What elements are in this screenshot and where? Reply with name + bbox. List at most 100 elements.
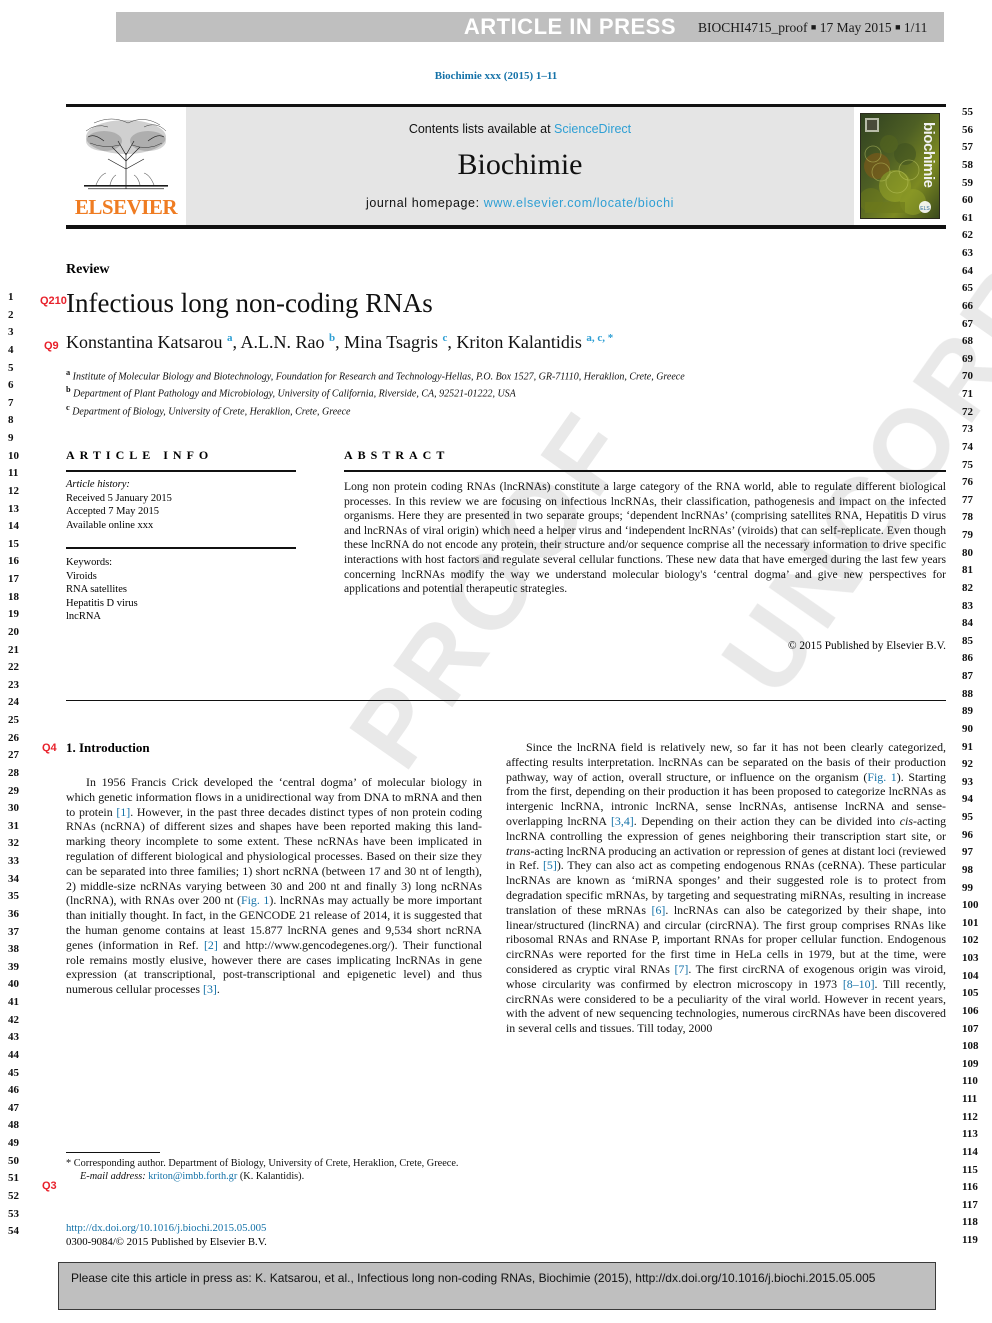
line-number: 74 bbox=[962, 440, 973, 453]
line-number: 85 bbox=[962, 634, 973, 647]
cover-journal-name: biochimie bbox=[920, 122, 937, 188]
line-number: 77 bbox=[962, 493, 973, 506]
line-number: 9 bbox=[8, 432, 14, 444]
homepage-prefix: journal homepage: bbox=[365, 196, 484, 210]
line-number: 115 bbox=[962, 1163, 978, 1176]
line-number: 34 bbox=[8, 872, 19, 885]
query-marker-q3[interactable]: Q3 bbox=[42, 1180, 57, 1192]
elsevier-wordmark: ELSEVIER bbox=[74, 195, 178, 219]
line-number: 106 bbox=[962, 1004, 979, 1017]
query-marker-q210[interactable]: Q210 bbox=[40, 295, 67, 307]
square-bullet-icon: ■ bbox=[895, 22, 901, 32]
line-number: 63 bbox=[962, 247, 973, 259]
info-rule bbox=[66, 470, 296, 472]
line-number: 13 bbox=[8, 502, 19, 515]
line-number: 38 bbox=[8, 943, 19, 956]
line-number: 73 bbox=[962, 423, 973, 436]
line-number: 99 bbox=[962, 881, 973, 894]
line-number: 56 bbox=[962, 123, 973, 136]
line-number: 112 bbox=[962, 1110, 978, 1123]
keywords-block: Keywords: Viroids RNA satellites Hepatit… bbox=[66, 556, 296, 624]
line-number: 48 bbox=[8, 1119, 19, 1132]
line-number: 78 bbox=[962, 511, 973, 524]
keywords-rule bbox=[66, 547, 296, 549]
line-number: 44 bbox=[8, 1048, 19, 1061]
abstract-heading: ABSTRACT bbox=[344, 448, 450, 462]
body-column-left: In 1956 Francis Crick developed the ‘cen… bbox=[66, 775, 482, 997]
line-number: 42 bbox=[8, 1013, 19, 1026]
line-number: 114 bbox=[962, 1145, 978, 1158]
affiliation-mark: c bbox=[66, 402, 70, 412]
line-number: 83 bbox=[962, 599, 973, 612]
line-number: 3 bbox=[8, 326, 14, 339]
line-number: 6 bbox=[8, 379, 14, 392]
abstract-text: Long non protein coding RNAs (lncRNAs) c… bbox=[344, 480, 946, 596]
line-number: 70 bbox=[962, 370, 973, 383]
line-number: 104 bbox=[962, 969, 979, 982]
line-number: 68 bbox=[962, 335, 973, 348]
line-number: 58 bbox=[962, 158, 973, 171]
line-number: 118 bbox=[962, 1216, 978, 1229]
line-number: 2 bbox=[8, 308, 14, 321]
sciencedirect-link[interactable]: ScienceDirect bbox=[554, 122, 631, 136]
paragraph: Since the lncRNA field is relatively new… bbox=[506, 740, 947, 1036]
proof-id: BIOCHI4715_proof bbox=[698, 20, 808, 35]
line-number: 111 bbox=[962, 1093, 978, 1105]
line-number: 16 bbox=[8, 555, 19, 568]
line-number: 108 bbox=[962, 1040, 979, 1053]
contents-line: Contents lists available at ScienceDirec… bbox=[409, 122, 631, 136]
query-marker-q9[interactable]: Q9 bbox=[44, 340, 59, 352]
query-marker-q4[interactable]: Q4 bbox=[42, 742, 57, 754]
abstract-bottom-rule bbox=[66, 700, 946, 701]
journal-homepage-url[interactable]: www.elsevier.com/locate/biochi bbox=[484, 196, 674, 210]
line-number: 49 bbox=[8, 1137, 19, 1149]
article-type: Review bbox=[66, 262, 110, 277]
line-number: 20 bbox=[8, 625, 19, 638]
keyword-item: lncRNA bbox=[66, 611, 101, 622]
line-number: 50 bbox=[8, 1154, 19, 1167]
article-info-heading: ARTICLE INFO bbox=[66, 448, 214, 462]
line-number: 116 bbox=[962, 1181, 978, 1194]
paragraph: In 1956 Francis Crick developed the ‘cen… bbox=[66, 775, 483, 997]
line-number: 30 bbox=[8, 802, 19, 815]
line-number: 53 bbox=[8, 1207, 19, 1220]
line-number: 76 bbox=[962, 476, 973, 489]
svg-text:ELS: ELS bbox=[920, 206, 930, 212]
line-number: 46 bbox=[8, 1084, 19, 1097]
proof-page: 1/11 bbox=[903, 20, 928, 35]
article-history-label: Article history: bbox=[66, 479, 130, 490]
journal-reference: Biochimie xxx (2015) 1–11 bbox=[434, 70, 558, 82]
line-number: 47 bbox=[8, 1101, 19, 1114]
article-history: Article history: Received 5 January 2015… bbox=[66, 478, 296, 532]
line-number: 36 bbox=[8, 907, 19, 920]
contents-prefix: Contents lists available at bbox=[408, 122, 555, 136]
line-number: 57 bbox=[962, 141, 973, 154]
line-number: 10 bbox=[8, 449, 19, 462]
line-number: 96 bbox=[962, 828, 973, 841]
line-number: 59 bbox=[962, 176, 973, 189]
line-number: 109 bbox=[962, 1057, 979, 1070]
line-number: 60 bbox=[962, 194, 973, 207]
line-number: 119 bbox=[962, 1234, 978, 1246]
line-number: 23 bbox=[8, 678, 19, 691]
keyword-item: Hepatitis D virus bbox=[66, 597, 138, 609]
doi-link[interactable]: http://dx.doi.org/10.1016/j.biochi.2015.… bbox=[66, 1222, 266, 1234]
line-number: 8 bbox=[8, 414, 14, 427]
line-number: 66 bbox=[962, 299, 973, 312]
line-number: 54 bbox=[8, 1225, 19, 1238]
affiliation-item: b Department of Plant Pathology and Micr… bbox=[66, 385, 516, 400]
line-number: 82 bbox=[962, 581, 973, 594]
line-number: 62 bbox=[962, 229, 973, 242]
line-number: 97 bbox=[962, 846, 973, 859]
line-number: 24 bbox=[8, 696, 19, 709]
email-label: E-mail address: bbox=[80, 1171, 146, 1182]
line-number: 12 bbox=[8, 484, 19, 497]
line-number: 11 bbox=[8, 467, 19, 480]
line-number: 15 bbox=[8, 537, 19, 550]
elsevier-logo: ELSEVIER bbox=[66, 107, 186, 225]
email-link[interactable]: kriton@imbb.forth.gr bbox=[148, 1171, 237, 1182]
proof-date: 17 May 2015 bbox=[819, 20, 892, 35]
line-number: 95 bbox=[962, 811, 973, 823]
line-number: 117 bbox=[962, 1198, 978, 1211]
line-number: 110 bbox=[962, 1075, 978, 1088]
